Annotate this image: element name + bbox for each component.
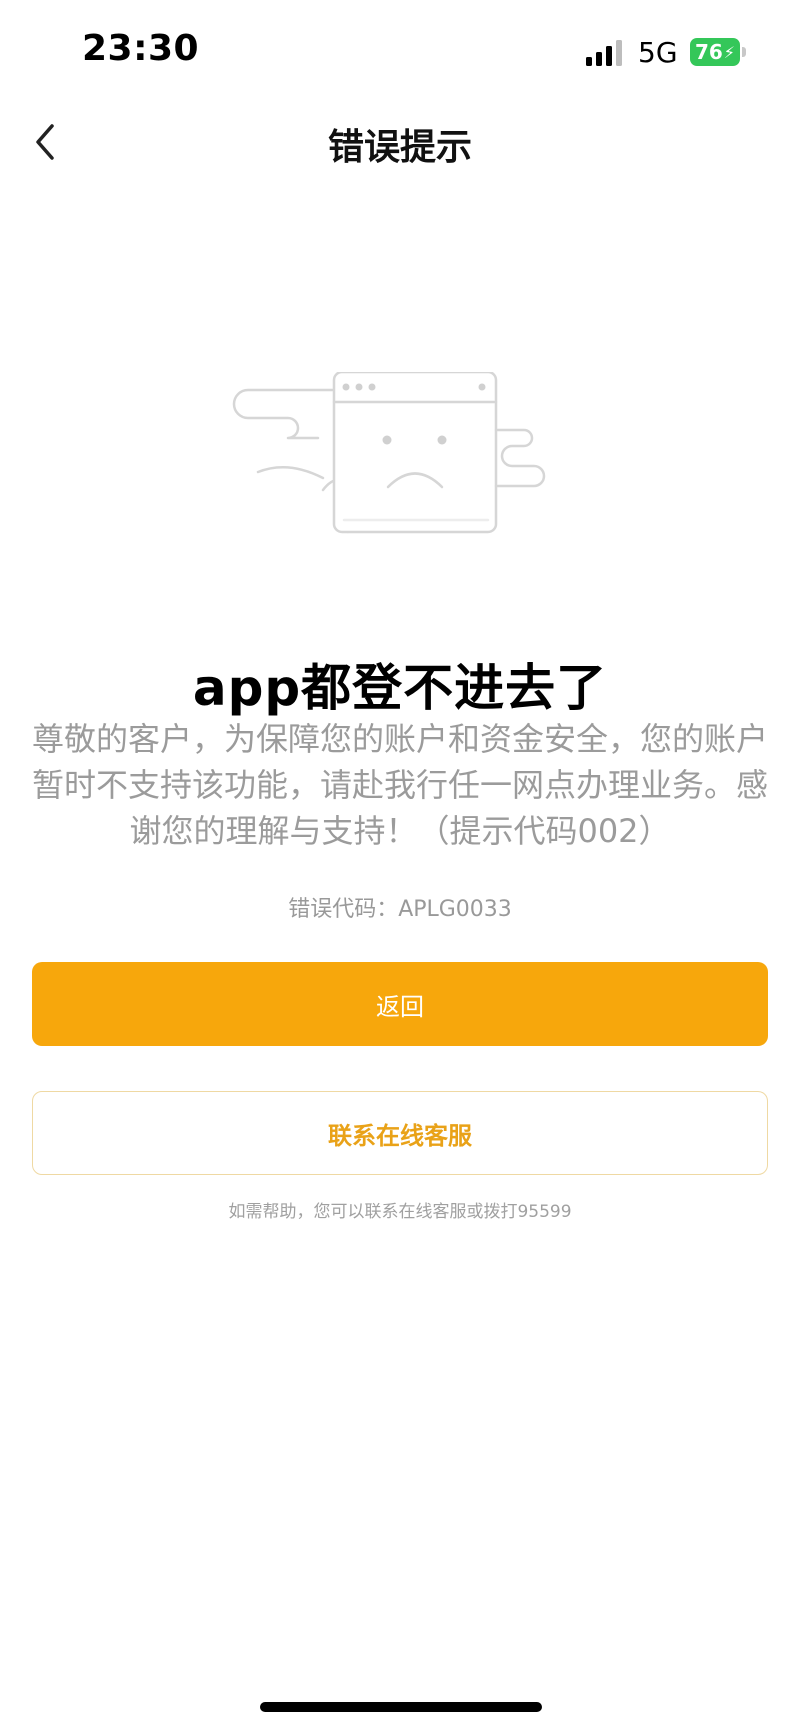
error-headline: app都登不进去了 <box>192 659 608 717</box>
cellular-signal-icon <box>586 40 622 66</box>
battery-indicator: 76 ⚡ <box>690 38 740 66</box>
battery-cap <box>742 47 746 57</box>
help-text: 如需帮助，您可以联系在线客服或拨打95599 <box>228 1202 572 1222</box>
page-title: 错误提示 <box>327 127 472 168</box>
status-time: 23:30 <box>82 28 200 69</box>
battery-level: 76 <box>694 40 723 64</box>
error-message: 尊敬的客户，为保障您的账户和资金安全，您的账户暂时不支持该功能，请赴我行任一网点… <box>31 720 768 850</box>
error-code: 错误代码：APLG0033 <box>288 897 512 922</box>
charging-bolt-icon: ⚡ <box>723 42 736 62</box>
sad-window-illustration <box>232 372 546 534</box>
network-type: 5G <box>638 36 678 69</box>
contact-support-button[interactable]: 联系在线客服 <box>32 1091 768 1175</box>
back-button[interactable]: 返回 <box>32 962 768 1046</box>
home-indicator[interactable] <box>260 1702 542 1712</box>
